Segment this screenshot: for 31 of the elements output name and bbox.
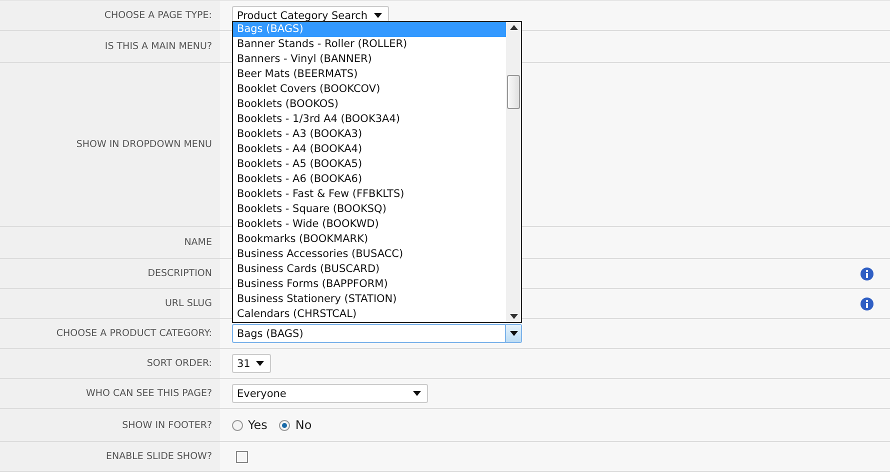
field-label: IS THIS A MAIN MENU? (104, 41, 212, 52)
field-label: SHOW IN FOOTER? (122, 420, 212, 430)
radio-option[interactable]: Yes (232, 418, 268, 432)
caret-icon (374, 13, 382, 18)
info-icon[interactable] (860, 296, 874, 310)
scrollbar[interactable] (506, 22, 521, 322)
scroll-down-icon[interactable] (510, 314, 518, 319)
select-field[interactable]: Everyone (232, 384, 428, 403)
info-icon[interactable] (860, 266, 874, 280)
checkbox[interactable] (236, 450, 248, 462)
field-label: CHOOSE A PAGE TYPE: (104, 10, 212, 21)
radio-label: Yes (248, 418, 268, 432)
select-field[interactable]: Bags (BAGS) (232, 324, 522, 343)
radio-button[interactable] (279, 420, 290, 430)
field-label: URL SLUG (164, 298, 212, 309)
radio-option[interactable]: No (279, 418, 312, 432)
field-label: DESCRIPTION (148, 268, 212, 279)
caret-icon (256, 361, 264, 366)
field-label: NAME (184, 237, 212, 248)
field-label: CHOOSE A PRODUCT CATEGORY: (56, 328, 212, 339)
caret-icon (510, 331, 518, 336)
field-label: SORT ORDER: (146, 358, 212, 369)
caret-icon (413, 391, 421, 396)
select-field[interactable]: 31 (232, 354, 272, 373)
field-label: WHO CAN SEE THIS PAGE? (86, 388, 212, 399)
scroll-thumb[interactable] (507, 75, 520, 109)
field-label: ENABLE SLIDE SHOW? (106, 451, 212, 462)
radio-label: No (295, 418, 312, 432)
field-label: SHOW IN DROPDOWN MENU (76, 139, 212, 150)
scroll-up-icon[interactable] (510, 25, 518, 30)
radio-button[interactable] (232, 420, 243, 430)
